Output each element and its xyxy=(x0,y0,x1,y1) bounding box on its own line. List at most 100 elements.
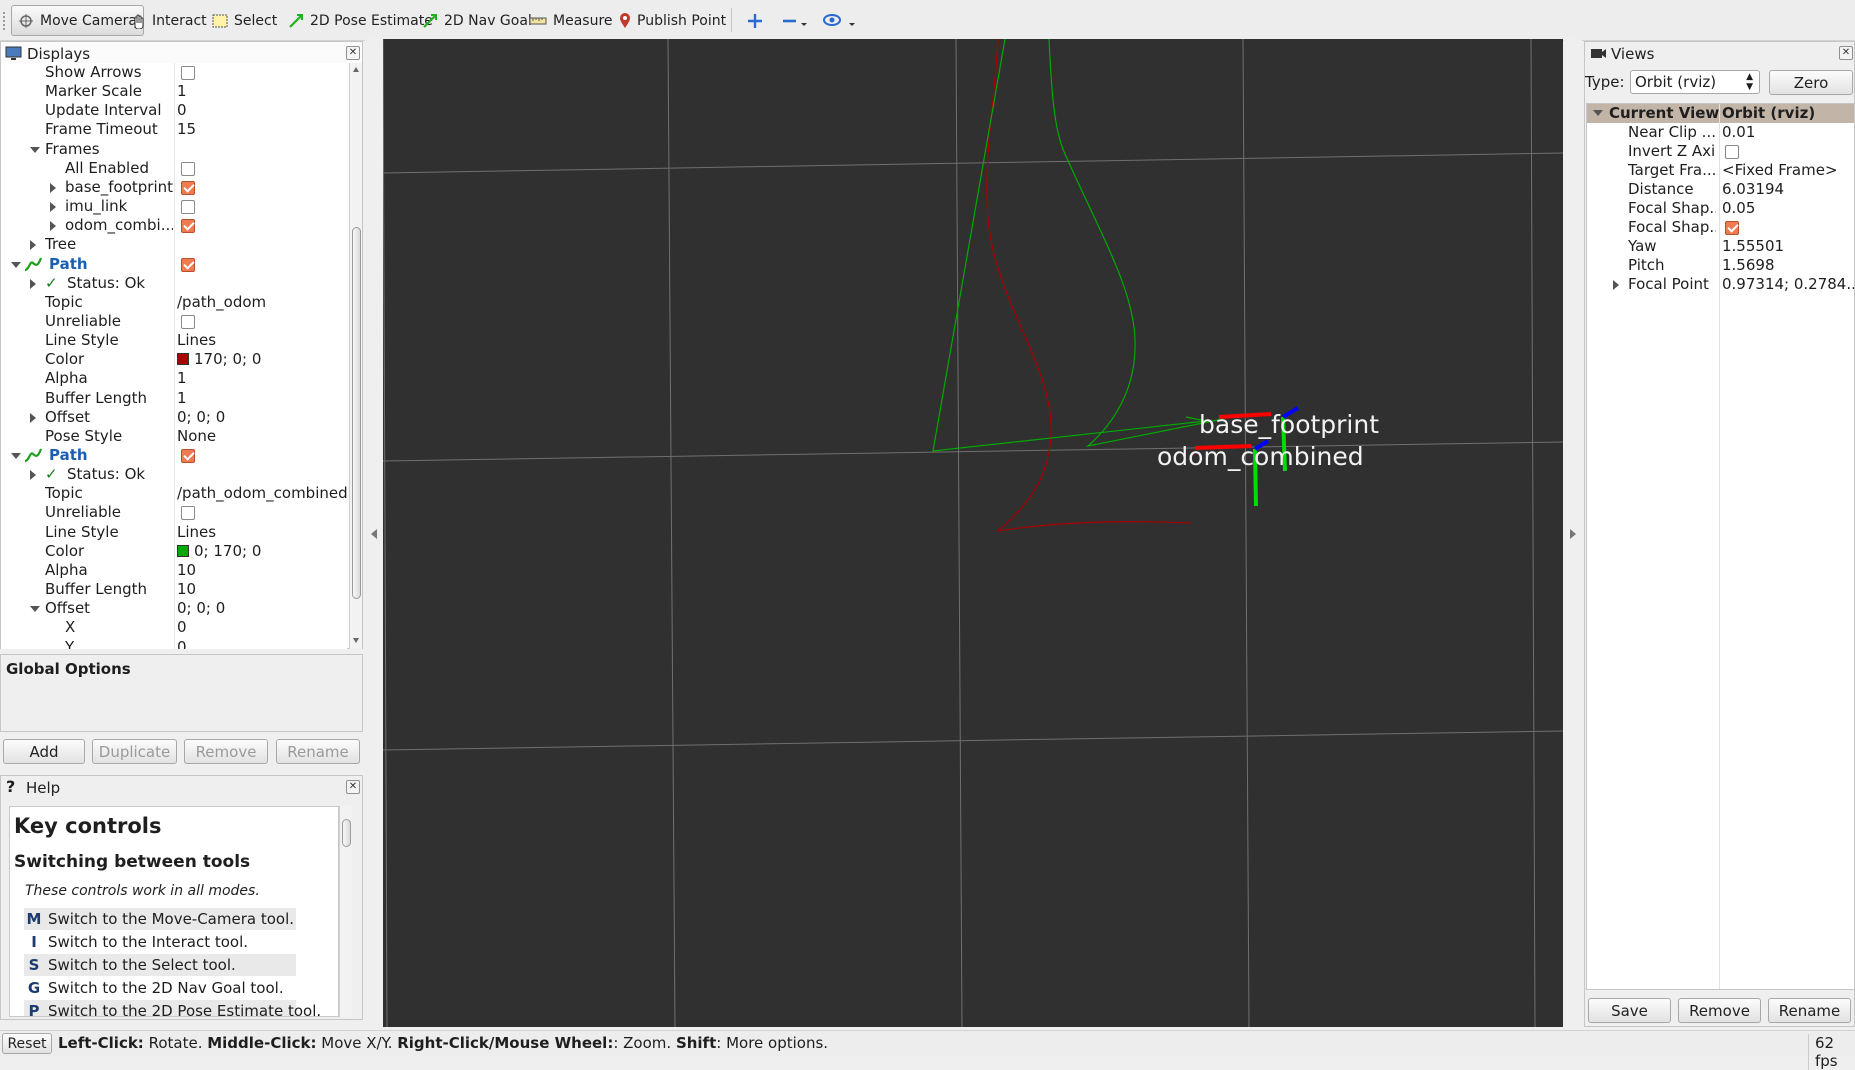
add-display-button[interactable]: Add xyxy=(3,739,85,764)
display-property-row[interactable]: Buffer Length 10 xyxy=(1,580,347,599)
rename-view-button[interactable]: Rename xyxy=(1768,998,1851,1023)
display-property-row[interactable]: Path xyxy=(1,446,347,465)
property-value[interactable]: 170; 0; 0 xyxy=(177,350,261,369)
expander-closed-icon[interactable] xyxy=(50,202,56,212)
property-value[interactable]: 15 xyxy=(177,120,196,139)
property-value[interactable]: 10 xyxy=(177,561,196,580)
remove-display-button[interactable]: Remove xyxy=(184,739,268,764)
view-property-row[interactable]: Focal Point 0.97314; 0.2784... xyxy=(1587,275,1854,294)
add-tool-button[interactable] xyxy=(740,5,770,36)
display-property-row[interactable]: Offset 0; 0; 0 xyxy=(1,408,347,427)
displays-scrollbar[interactable] xyxy=(349,63,362,649)
display-property-row[interactable]: Update Interval 0 xyxy=(1,101,347,120)
view-property-row[interactable]: Focal Shap... 0.05 xyxy=(1587,199,1854,218)
property-checkbox[interactable] xyxy=(181,66,195,80)
expander-closed-icon[interactable] xyxy=(30,240,36,250)
display-property-row[interactable]: Buffer Length 1 xyxy=(1,389,347,408)
display-property-row[interactable]: Alpha 10 xyxy=(1,561,347,580)
save-view-button[interactable]: Save xyxy=(1588,998,1671,1023)
property-value[interactable]: 1 xyxy=(177,369,187,388)
display-property-row[interactable]: Color 0; 170; 0 xyxy=(1,542,347,561)
display-property-row[interactable]: Frames xyxy=(1,140,347,159)
property-checkbox[interactable] xyxy=(1725,145,1739,159)
property-value[interactable]: 0; 0; 0 xyxy=(177,408,225,427)
display-property-row[interactable]: Show Arrows xyxy=(1,63,347,82)
property-value[interactable]: 0.97314; 0.2784... xyxy=(1722,275,1854,294)
property-value[interactable]: 1.5698 xyxy=(1722,256,1775,275)
property-value[interactable]: <Fixed Frame> xyxy=(1722,161,1838,180)
property-checkbox[interactable] xyxy=(1725,221,1739,235)
views-menu-button[interactable] xyxy=(817,5,863,36)
help-scrollbar[interactable] xyxy=(339,806,352,1017)
view-property-row[interactable]: Focal Shap... xyxy=(1587,218,1854,237)
property-value[interactable]: 0 xyxy=(177,618,187,637)
display-property-row[interactable]: ✓ Status: Ok xyxy=(1,274,347,293)
property-value[interactable]: 0.01 xyxy=(1722,123,1755,142)
display-property-row[interactable]: Tree xyxy=(1,235,347,254)
property-value[interactable]: 0 xyxy=(177,101,187,120)
view-property-row[interactable]: Invert Z Axis xyxy=(1587,142,1854,161)
tool-publish-point-button[interactable]: Publish Point xyxy=(613,5,732,36)
property-checkbox[interactable] xyxy=(181,506,195,520)
display-property-row[interactable]: X0 xyxy=(1,618,347,637)
display-property-row[interactable]: Pose Style None xyxy=(1,427,347,446)
property-value[interactable]: 1 xyxy=(177,82,187,101)
property-value[interactable]: 6.03194 xyxy=(1722,180,1784,199)
expander-closed-icon[interactable] xyxy=(1613,280,1619,290)
help-scroll-thumb[interactable] xyxy=(342,819,351,847)
expander-closed-icon[interactable] xyxy=(30,413,36,423)
property-value[interactable]: /path_odom xyxy=(177,293,266,312)
displays-scroll-thumb[interactable] xyxy=(352,227,361,599)
expander-open-icon[interactable] xyxy=(11,262,21,268)
expander-closed-icon[interactable] xyxy=(30,279,36,289)
display-property-row[interactable]: Line Style Lines xyxy=(1,523,347,542)
tool-2d-nav-goal-button[interactable]: 2D Nav Goal xyxy=(416,5,538,36)
display-property-row[interactable]: Offset 0; 0; 0 xyxy=(1,599,347,618)
property-value[interactable]: 10 xyxy=(177,580,196,599)
display-property-row[interactable]: Y0 xyxy=(1,638,347,649)
views-header-row[interactable]: Current View Orbit (rviz) xyxy=(1587,104,1854,123)
remove-tool-button[interactable] xyxy=(775,5,815,36)
view-property-row[interactable]: Distance 6.03194 xyxy=(1587,180,1854,199)
view-property-row[interactable]: Pitch 1.5698 xyxy=(1587,256,1854,275)
rename-display-button[interactable]: Rename xyxy=(276,739,360,764)
displays-close-button[interactable]: ✕ xyxy=(346,46,360,60)
property-value[interactable]: None xyxy=(177,427,216,446)
property-value[interactable]: 1.55501 xyxy=(1722,237,1784,256)
display-property-row[interactable]: Topic/path_odom_combined xyxy=(1,484,347,503)
display-property-row[interactable]: base_footprint xyxy=(1,178,347,197)
display-property-row[interactable]: Topic/path_odom xyxy=(1,293,347,312)
display-property-row[interactable]: Frame Timeout 15 xyxy=(1,120,347,139)
display-property-row[interactable]: Path xyxy=(1,255,347,274)
display-property-row[interactable]: Unreliable xyxy=(1,503,347,522)
display-property-row[interactable]: Line Style Lines xyxy=(1,331,347,350)
property-checkbox[interactable] xyxy=(181,449,195,463)
expander-closed-icon[interactable] xyxy=(50,221,56,231)
property-checkbox[interactable] xyxy=(181,219,195,233)
type-select[interactable]: Orbit (rviz) ▲ ▼ xyxy=(1630,70,1760,94)
expander-closed-icon[interactable] xyxy=(30,470,36,480)
zero-button[interactable]: Zero xyxy=(1769,70,1853,95)
tool-interact-button[interactable]: Interact xyxy=(125,5,213,36)
right-splitter[interactable] xyxy=(1564,39,1582,1027)
display-property-row[interactable]: Marker Scale 1 xyxy=(1,82,347,101)
scroll-down-arrow[interactable] xyxy=(353,638,359,643)
remove-view-button[interactable]: Remove xyxy=(1678,998,1761,1023)
view-property-row[interactable]: Yaw 1.55501 xyxy=(1587,237,1854,256)
property-value[interactable]: 0; 170; 0 xyxy=(177,542,261,561)
left-splitter[interactable] xyxy=(365,39,383,1027)
property-checkbox[interactable] xyxy=(181,200,195,214)
property-value[interactable]: /path_odom_combined xyxy=(177,484,347,503)
property-value[interactable]: Lines xyxy=(177,523,216,542)
expander-open-icon[interactable] xyxy=(11,453,21,459)
display-property-row[interactable]: imu_link xyxy=(1,197,347,216)
views-close-button[interactable]: ✕ xyxy=(1839,46,1853,60)
expander-open-icon[interactable] xyxy=(30,606,40,612)
display-property-row[interactable]: odom_combi... xyxy=(1,216,347,235)
display-property-row[interactable]: ✓ Status: Ok xyxy=(1,465,347,484)
property-checkbox[interactable] xyxy=(181,162,195,176)
scene-canvas[interactable]: base_footprint odom_combined xyxy=(383,39,1563,1027)
help-close-button[interactable]: ✕ xyxy=(346,780,360,794)
render-viewport[interactable]: base_footprint odom_combined xyxy=(383,39,1563,1027)
property-checkbox[interactable] xyxy=(181,315,195,329)
